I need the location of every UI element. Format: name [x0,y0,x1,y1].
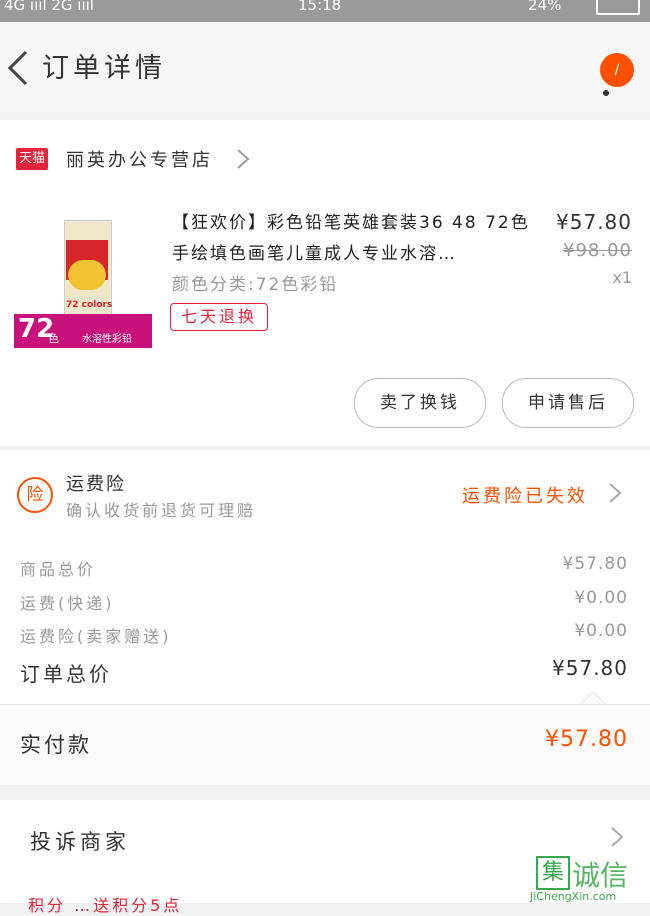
insurance-subtitle: 确认收货前退货可理赔 [66,501,257,520]
store-name[interactable]: 丽英办公专营店 [66,146,213,172]
original-price: ¥98.00 [563,240,632,261]
watermark-text: 诚信 [572,859,629,892]
product-price: ¥57.80 [556,210,632,234]
summary-value-shipping: ¥0.00 [574,588,628,608]
battery-percent: 24% [528,0,562,14]
resell-button[interactable]: 卖了换钱 [354,378,486,428]
product-thumbnail[interactable]: 72 colors 72 色 水溶性彩铅 [14,210,152,348]
after-sale-button[interactable]: 申请售后 [502,378,634,428]
status-bar: 4G ıııl 2G ıııl 15:18 24% [0,0,650,22]
product-spec: 颜色分类:72色彩铅 [172,275,339,295]
summary-label-subtotal: 商品总价 [20,560,97,579]
return-policy-tag: 七天退换 [170,303,268,331]
page-title: 订单详情 [42,53,166,84]
caret-up-icon [580,691,606,704]
battery-icon [596,0,640,15]
nav-header: 订单详情 / [0,22,650,112]
summary-label-shipping: 运费(快递) [20,594,115,613]
thumb-unit: 色 [48,332,59,345]
points-row-partial: 积分 …送积分5点 [28,896,183,915]
insurance-title: 运费险 [66,474,126,495]
product-quantity: x1 [612,268,632,287]
paid-value: ¥57.80 [545,727,628,752]
chevron-right-icon[interactable] [236,148,250,170]
order-item-card: 天猫 丽英办公专营店 72 colors 72 色 水溶性彩铅 【狂欢价】彩色铅… [0,120,650,446]
network-indicator: 4G ıııl 2G ıııl [4,0,94,14]
back-arrow-icon[interactable] [6,48,36,88]
paid-label: 实付款 [20,733,92,757]
chevron-right-icon[interactable] [608,482,622,504]
summary-label-insurance: 运费险(卖家赠送) [20,627,172,646]
summary-value-insurance: ¥0.00 [574,621,628,641]
summary-value-subtotal: ¥57.80 [562,554,628,574]
status-time: 15:18 [298,0,342,14]
tmall-icon: 天猫 [16,148,48,170]
thumb-box-label: 72 colors [66,300,113,310]
order-total-label: 订单总价 [20,662,112,686]
chevron-right-icon[interactable] [610,826,624,848]
complaint-label[interactable]: 投诉商家 [30,826,130,856]
product-title[interactable]: 【狂欢价】彩色铅笔英雄套装36 48 72色手绘填色画笔儿童成人专业水溶… [172,208,542,270]
watermark-logo-icon: 集 [536,856,570,890]
notification-badge[interactable]: / [600,53,634,87]
watermark-url: JiChengXin.com [530,890,617,903]
thumb-caption: 水溶性彩铅 [82,334,132,345]
payment-card: 实付款 ¥57.80 [0,704,650,785]
insurance-icon: 险 [17,477,53,513]
order-total-value: ¥57.80 [552,656,628,680]
insurance-status[interactable]: 运费险已失效 [462,482,588,508]
order-summary-card: 险 运费险 确认收货前退货可理赔 运费险已失效 商品总价 ¥57.80 运费(快… [0,450,650,704]
site-watermark: 集 诚信 JiChengXin.com [530,852,650,903]
